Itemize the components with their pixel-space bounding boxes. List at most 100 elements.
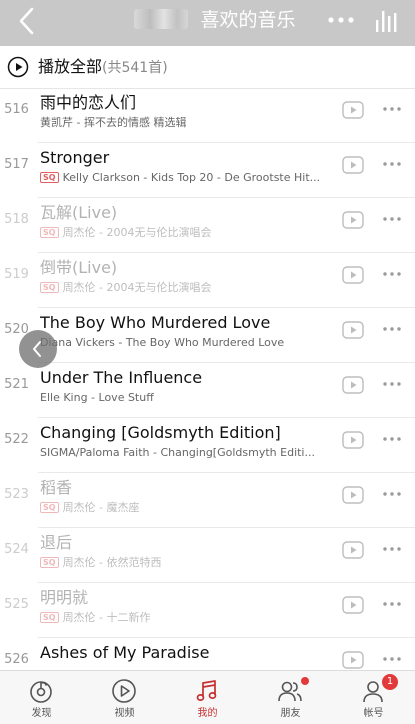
song-subtitle-text: 周杰伦 - 十二新作: [62, 611, 151, 624]
song-subtitle-text: Elle King - Love Stuff: [40, 391, 154, 404]
chevron-left-icon: [33, 341, 41, 357]
mv-play-icon[interactable]: [342, 376, 364, 394]
blurred-username: [134, 9, 189, 29]
song-row[interactable]: 523 稻香 SQ 周杰伦 - 魔杰座: [0, 473, 415, 528]
tab-label: 帐号: [363, 708, 384, 719]
song-row[interactable]: 524 退后 SQ 周杰伦 - 依然范特西: [0, 528, 415, 583]
sq-quality-badge: SQ: [40, 612, 59, 623]
song-row[interactable]: 521 Under The Influence Elle King - Love S…: [0, 363, 415, 418]
song-subtitle-text: 黄凯芹 - 挥不去的情感 精选辑: [40, 116, 187, 129]
song-row[interactable]: 517 Stronger SQ Kelly Clarkson - Kids Top 2…: [0, 143, 415, 198]
account-badge: 1: [382, 674, 398, 690]
discover-icon: [30, 681, 52, 703]
song-title: 稻香: [40, 478, 73, 497]
tab-label: 朋友: [280, 708, 301, 719]
friends-icon: [278, 681, 302, 702]
mv-play-icon[interactable]: [342, 486, 364, 504]
song-artist-album: SIGMA/Paloma Faith - Changing[Goldsmyth …: [40, 445, 334, 461]
sq-quality-badge: SQ: [40, 557, 59, 568]
floating-collapse-button[interactable]: [19, 330, 57, 368]
song-title: 瓦解(Live): [40, 203, 118, 222]
friends-notification-dot: [301, 677, 309, 685]
song-subtitle-text: SIGMA/Paloma Faith - Changing[Goldsmyth …: [40, 446, 315, 459]
song-artist-album: Diana Vickers - The Boy Who Murdered Lov…: [40, 335, 334, 351]
sq-quality-badge: SQ: [40, 227, 59, 238]
tab-friends[interactable]: 朋友: [249, 671, 332, 724]
sq-quality-badge: SQ: [40, 172, 59, 183]
tab-label: 我的: [197, 708, 218, 719]
play-all-text: 播放全部: [38, 57, 103, 76]
song-subtitle-text: 周杰伦 - 2004无与伦比演唱会: [62, 281, 212, 294]
song-artist-album: SQ 周杰伦 - 魔杰座: [40, 500, 334, 516]
song-index: 526: [4, 652, 29, 667]
tab-account[interactable]: 1 帐号: [332, 671, 415, 724]
song-index: 524: [4, 542, 29, 557]
song-index: 518: [4, 212, 29, 227]
tab-video[interactable]: 视频: [83, 671, 166, 724]
song-subtitle-text: Diana Vickers - The Boy Who Murdered Lov…: [40, 336, 285, 349]
now-playing-button[interactable]: [372, 6, 402, 36]
song-count: (共541首): [102, 60, 168, 76]
song-more-icon[interactable]: [381, 266, 403, 282]
song-more-icon[interactable]: [381, 101, 403, 117]
song-title: Stronger: [40, 148, 110, 167]
back-button[interactable]: [14, 6, 40, 36]
page-title-text: 喜欢的音乐: [200, 9, 296, 31]
mv-play-icon[interactable]: [342, 101, 364, 119]
song-row[interactable]: 520 The Boy Who Murdered Love Diana Vicker…: [0, 308, 415, 363]
song-more-icon[interactable]: [381, 321, 403, 337]
more-dots-icon: [328, 17, 354, 23]
song-more-icon[interactable]: [381, 651, 403, 667]
play-all-bar[interactable]: 播放全部(共541首): [0, 46, 415, 89]
song-artist-album: SQ 周杰伦 - 十二新作: [40, 610, 334, 626]
mv-play-icon[interactable]: [342, 211, 364, 229]
song-row[interactable]: 516 雨中的恋人们黄凯芹 - 挥不去的情感 精选辑: [0, 88, 415, 143]
sq-quality-badge: SQ: [40, 502, 59, 513]
song-subtitle-text: 周杰伦 - 依然范特西: [62, 556, 162, 569]
sq-quality-badge: SQ: [40, 282, 59, 293]
song-row[interactable]: 522 Changing [Goldsmyth Edition] SIGMA/Pal…: [0, 418, 415, 473]
top-bar: 喜欢的音乐: [0, 0, 415, 46]
mv-play-icon[interactable]: [342, 266, 364, 284]
song-row[interactable]: 525 明明就 SQ 周杰伦 - 十二新作: [0, 583, 415, 638]
song-title: 明明就: [40, 588, 89, 607]
song-row[interactable]: 518 瓦解(Live) SQ 周杰伦 - 2004无与伦比演唱会: [0, 198, 415, 253]
page-title: 喜欢的音乐: [120, 7, 310, 33]
song-title: Ashes of My Paradise: [40, 643, 210, 662]
tab-mine[interactable]: 我的: [166, 671, 249, 724]
song-artist-album: SQ 周杰伦 - 2004无与伦比演唱会: [40, 225, 334, 241]
song-more-icon[interactable]: [381, 376, 403, 392]
song-more-icon[interactable]: [381, 156, 403, 172]
song-artist-album: SQ 周杰伦 - 依然范特西: [40, 555, 334, 571]
song-more-icon[interactable]: [381, 486, 403, 502]
song-more-icon[interactable]: [381, 211, 403, 227]
tab-label: 视频: [114, 708, 135, 719]
song-more-icon[interactable]: [381, 541, 403, 557]
song-index: 523: [4, 487, 29, 502]
song-title: 倒带(Live): [40, 258, 118, 277]
more-options-button[interactable]: [324, 8, 358, 32]
song-title: 雨中的恋人们: [40, 93, 137, 112]
mv-play-icon[interactable]: [342, 651, 364, 669]
song-row[interactable]: 519 倒带(Live) SQ 周杰伦 - 2004无与伦比演唱会: [0, 253, 415, 308]
video-icon: [112, 679, 136, 703]
equalizer-icon: [376, 11, 397, 32]
mv-play-icon[interactable]: [342, 541, 364, 559]
song-more-icon[interactable]: [381, 596, 403, 612]
song-index: 525: [4, 597, 29, 612]
song-index: 522: [4, 432, 29, 447]
mv-play-icon[interactable]: [342, 156, 364, 174]
song-title: Under The Influence: [40, 368, 203, 387]
mv-play-icon[interactable]: [342, 431, 364, 449]
song-title: The Boy Who Murdered Love: [40, 313, 271, 332]
mv-play-icon[interactable]: [342, 596, 364, 614]
liked-music-screen: 喜欢的音乐 播放全部(共541首) 516 雨中的恋人们 黄凯芹 - 挥不去的情…: [0, 0, 415, 724]
tab-discover[interactable]: 发现: [0, 671, 83, 724]
song-more-icon[interactable]: [381, 431, 403, 447]
song-subtitle-text: 周杰伦 - 魔杰座: [62, 501, 140, 514]
song-index: 517: [4, 157, 29, 172]
song-index: 516: [4, 102, 29, 117]
bottom-tab-bar: 发现 视频 我的 朋友 1 帐号: [0, 670, 415, 724]
mv-play-icon[interactable]: [342, 321, 364, 339]
tab-label: 发现: [31, 708, 52, 719]
